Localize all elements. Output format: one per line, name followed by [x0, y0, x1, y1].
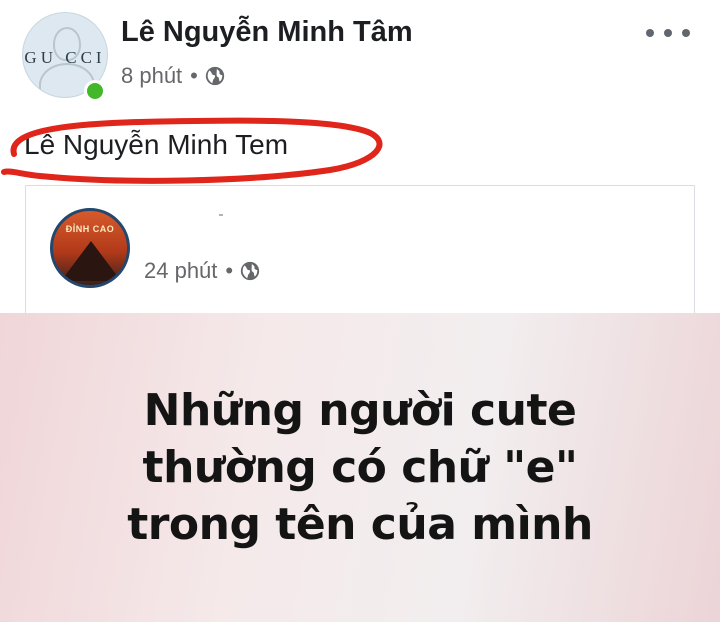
more-dot: [646, 29, 654, 37]
post-meta: 8 phút •: [121, 63, 226, 89]
meme-caption: Những người cute thường có chữ "e" trong…: [0, 382, 720, 553]
author-name[interactable]: Lê Nguyễn Minh Tâm: [121, 16, 413, 49]
mountain-logo-shape: [61, 241, 121, 281]
globe-icon[interactable]: [204, 65, 226, 87]
shared-post-timestamp[interactable]: 24 phút: [144, 258, 217, 284]
meta-separator: •: [225, 258, 234, 283]
post-timestamp[interactable]: 8 phút: [121, 63, 182, 89]
shared-image[interactable]: Những người cute thường có chữ "e" trong…: [0, 313, 720, 622]
page-avatar[interactable]: ĐỈNH CAO: [50, 208, 130, 288]
more-options-icon[interactable]: [646, 20, 690, 46]
shared-post-meta: 24 phút •: [144, 258, 261, 284]
page-name-placeholder: [219, 214, 223, 216]
page-logo-text: ĐỈNH CAO: [65, 224, 115, 234]
shared-post-card[interactable]: ĐỈNH CAO 24 phút •: [25, 185, 695, 314]
meta-separator: •: [190, 63, 198, 88]
meme-line: Những người cute: [143, 385, 577, 436]
more-dot: [682, 29, 690, 37]
online-status-indicator: [84, 80, 106, 102]
post-text: Lê Nguyễn Minh Tem: [24, 129, 289, 160]
globe-icon[interactable]: [239, 260, 261, 282]
post-header: GU CCI Lê Nguyễn Minh Tâm 8 phút •: [0, 0, 720, 110]
meme-line: thường có chữ "e": [142, 442, 578, 493]
avatar-brand-text: GU CCI: [24, 48, 106, 67]
more-dot: [664, 29, 672, 37]
meme-line: trong tên của mình: [127, 499, 593, 550]
